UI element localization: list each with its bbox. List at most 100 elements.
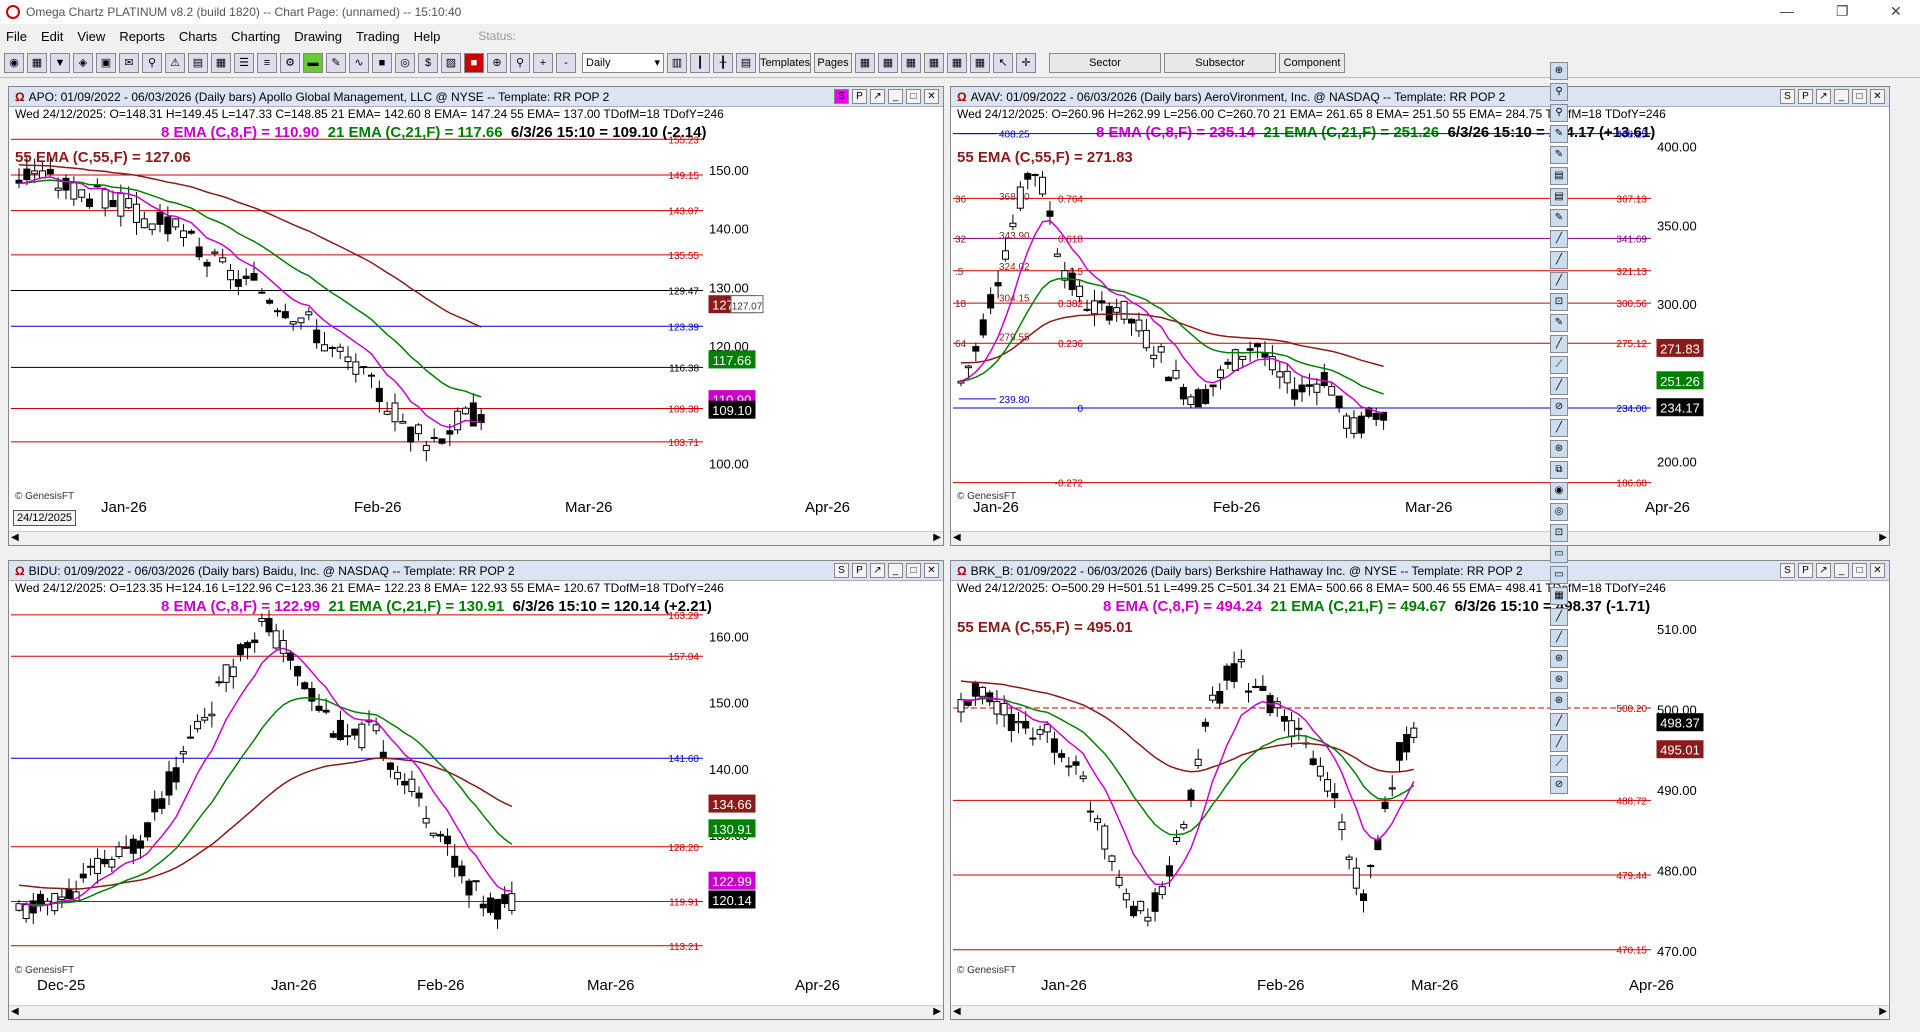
- horizontal-scrollbar[interactable]: ◀ ▶: [951, 531, 1889, 545]
- draw-tool-4-icon[interactable]: ✎: [1550, 125, 1568, 143]
- tool-plus-icon[interactable]: +: [533, 52, 553, 73]
- tool-bell-icon[interactable]: ⚠: [165, 52, 185, 73]
- draw-tool-15-icon[interactable]: ⟋: [1550, 356, 1568, 374]
- horizontal-scrollbar[interactable]: ◀ ▶: [951, 1005, 1889, 1019]
- draw-tool-21-icon[interactable]: ◉: [1550, 482, 1568, 500]
- tool-table-icon[interactable]: ☰: [234, 52, 254, 73]
- tool-grid3-icon[interactable]: ▦: [878, 52, 898, 73]
- pages-button[interactable]: Pages: [814, 52, 852, 73]
- tool-layout-icon[interactable]: ▤: [188, 52, 208, 73]
- menu-view[interactable]: View: [77, 29, 105, 44]
- draw-tool-13-icon[interactable]: ✎: [1550, 314, 1568, 332]
- tool-bars-icon[interactable]: ▥: [667, 52, 687, 73]
- tool-grid2-icon[interactable]: ▦: [855, 52, 875, 73]
- scroll-left-icon[interactable]: ◀: [11, 1006, 19, 1017]
- panel-minimize-icon[interactable]: _: [888, 563, 903, 578]
- tool-square-icon[interactable]: ■: [372, 52, 392, 73]
- panel-maximize-icon[interactable]: □: [906, 89, 921, 104]
- panel-link-icon[interactable]: ↗: [870, 563, 885, 578]
- draw-tool-26-icon[interactable]: ▦: [1550, 587, 1568, 605]
- draw-tool-32-icon[interactable]: ╱: [1550, 713, 1568, 731]
- panel-close-icon[interactable]: ✕: [1870, 563, 1885, 578]
- tool-red-icon[interactable]: ■: [464, 52, 484, 73]
- panel-close-icon[interactable]: ✕: [1870, 89, 1885, 104]
- tool-folder-icon[interactable]: ▣: [96, 52, 116, 73]
- scroll-right-icon[interactable]: ▶: [1879, 1006, 1887, 1017]
- chart-panel-bidu[interactable]: Ω BIDU: 01/09/2022 - 06/03/2026 (Daily ba…: [8, 560, 944, 1020]
- price-chart[interactable]: 163.29 157.04 141.60 128.20 119.91 113.21 160.…: [9, 597, 943, 971]
- chart-panel-apo[interactable]: Ω APO: 01/09/2022 - 06/03/2026 (Daily bar…: [8, 86, 944, 546]
- draw-tool-33-icon[interactable]: ╱: [1550, 734, 1568, 752]
- tool-grid7-icon[interactable]: ▦: [970, 52, 990, 73]
- price-chart[interactable]: 408.25 367.13 341.69 321.13 300.56 275.12 234.…: [951, 123, 1889, 497]
- tool-candle-icon[interactable]: ┃: [690, 52, 710, 73]
- tool-list-icon[interactable]: ≡: [257, 52, 277, 73]
- draw-tool-3-icon[interactable]: ⚲: [1550, 104, 1568, 122]
- restore-icon[interactable]: ❐: [1836, 3, 1849, 20]
- draw-tool-25-icon[interactable]: ▭: [1550, 566, 1568, 584]
- menu-drawing[interactable]: Drawing: [294, 29, 342, 44]
- panel-maximize-icon[interactable]: □: [1852, 89, 1867, 104]
- draw-tool-30-icon[interactable]: ⊛: [1550, 671, 1568, 689]
- component-button[interactable]: Component: [1279, 52, 1345, 73]
- menu-trading[interactable]: Trading: [356, 29, 400, 44]
- tool-grid4-icon[interactable]: ▦: [901, 52, 921, 73]
- tool-image-icon[interactable]: ▨: [441, 52, 461, 73]
- minimize-icon[interactable]: —: [1780, 3, 1794, 19]
- tool-grid-icon[interactable]: ▦: [211, 52, 231, 73]
- tool-minus-icon[interactable]: -: [556, 52, 576, 73]
- tool-coins-icon[interactable]: $: [418, 52, 438, 73]
- draw-tool-17-icon[interactable]: ⊘: [1550, 398, 1568, 416]
- panel-close-icon[interactable]: ✕: [924, 563, 939, 578]
- templates-button[interactable]: Templates: [759, 52, 811, 73]
- panel-maximize-icon[interactable]: □: [906, 563, 921, 578]
- tool-stats-icon[interactable]: ▦: [27, 52, 47, 73]
- draw-tool-10-icon[interactable]: ╱: [1550, 251, 1568, 269]
- draw-tool-28-icon[interactable]: ╱: [1550, 629, 1568, 647]
- draw-tool-1-icon[interactable]: ⊕: [1550, 62, 1568, 80]
- draw-tool-19-icon[interactable]: ⊛: [1550, 440, 1568, 458]
- menu-file[interactable]: File: [6, 29, 27, 44]
- panel-p-button[interactable]: P: [1798, 89, 1813, 104]
- draw-tool-29-icon[interactable]: ⊛: [1550, 650, 1568, 668]
- tool-ind-icon[interactable]: ▤: [736, 52, 756, 73]
- tool-ohlc-icon[interactable]: ╂: [713, 52, 733, 73]
- tool-cog-icon[interactable]: ⚙: [280, 52, 300, 73]
- draw-tool-31-icon[interactable]: ⊛: [1550, 692, 1568, 710]
- sector-button[interactable]: Sector: [1049, 52, 1161, 73]
- panel-s-button[interactable]: S: [1780, 89, 1795, 104]
- panel-p-button[interactable]: P: [1798, 563, 1813, 578]
- scroll-left-icon[interactable]: ◀: [953, 532, 961, 543]
- period-select[interactable]: Daily ▾: [582, 52, 664, 73]
- panel-s-button[interactable]: S: [1780, 563, 1795, 578]
- tool-zoom-icon[interactable]: ⊕: [487, 52, 507, 73]
- price-chart[interactable]: 500.20488.72479.44470.15510.00500.00490.…: [951, 597, 1889, 971]
- draw-tool-5-icon[interactable]: ✎: [1550, 146, 1568, 164]
- chart-panel-brkb[interactable]: Ω BRK_B: 01/09/2022 - 06/03/2026 (Daily b…: [950, 560, 1890, 1020]
- panel-minimize-icon[interactable]: _: [888, 89, 903, 104]
- menu-charting[interactable]: Charting: [231, 29, 280, 44]
- draw-tool-18-icon[interactable]: ╱: [1550, 419, 1568, 437]
- tool-car-icon[interactable]: ▬: [303, 52, 323, 73]
- tool-filter-icon[interactable]: ▼: [50, 52, 70, 73]
- horizontal-scrollbar[interactable]: ◀ ▶: [9, 1005, 943, 1019]
- horizontal-scrollbar[interactable]: ◀ ▶: [9, 531, 943, 545]
- panel-minimize-icon[interactable]: _: [1834, 563, 1849, 578]
- draw-tool-11-icon[interactable]: ╱: [1550, 272, 1568, 290]
- draw-tool-12-icon[interactable]: ⊡: [1550, 293, 1568, 311]
- tool-disk-icon[interactable]: ◎: [395, 52, 415, 73]
- tool-grid5-icon[interactable]: ▦: [924, 52, 944, 73]
- menu-edit[interactable]: Edit: [41, 29, 63, 44]
- scroll-right-icon[interactable]: ▶: [933, 1006, 941, 1017]
- draw-tool-24-icon[interactable]: ▭: [1550, 545, 1568, 563]
- scroll-left-icon[interactable]: ◀: [953, 1006, 961, 1017]
- chart-panel-avav[interactable]: Ω AVAV: 01/09/2022 - 06/03/2026 (Daily ba…: [950, 86, 1890, 546]
- tool-search-icon[interactable]: ⚲: [142, 52, 162, 73]
- panel-close-icon[interactable]: ✕: [924, 89, 939, 104]
- scroll-left-icon[interactable]: ◀: [11, 532, 19, 543]
- tool-scan-icon[interactable]: ◈: [73, 52, 93, 73]
- price-chart[interactable]: 155.23 149.15 143.07 135.55 129.47 123.39 116.…: [9, 123, 943, 497]
- tool-grid6-icon[interactable]: ▦: [947, 52, 967, 73]
- draw-tool-9-icon[interactable]: ╱: [1550, 230, 1568, 248]
- draw-tool-2-icon[interactable]: ⚲: [1550, 83, 1568, 101]
